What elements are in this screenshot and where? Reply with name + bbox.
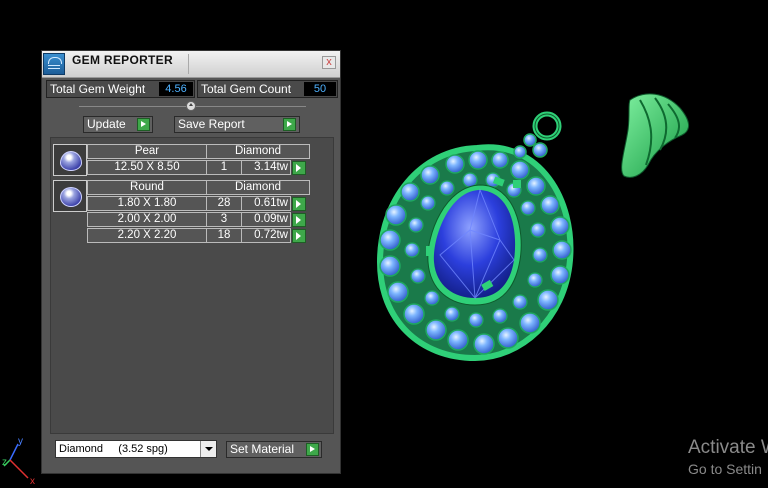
material-select-value: Diamond (3.52 spg) <box>59 443 168 455</box>
dropdown-arrow-icon[interactable] <box>200 441 216 457</box>
bail-model <box>621 93 689 178</box>
close-button[interactable]: x <box>322 56 336 69</box>
gem-weight-cell: 0.72tw <box>241 228 291 243</box>
collapse-toggle[interactable] <box>186 101 196 111</box>
axis-x-label: x <box>30 476 35 487</box>
activation-watermark-subtitle: Go to Settin <box>688 461 762 477</box>
select-row-button[interactable] <box>292 161 306 175</box>
total-gem-weight-value: 4.56 <box>159 82 193 96</box>
window-title: GEM REPORTER <box>72 53 173 67</box>
total-gem-weight-box: Total Gem Weight 4.56 <box>46 80 195 98</box>
gem-thumbnail-icon[interactable] <box>53 144 87 176</box>
pendant-model <box>376 111 574 362</box>
save-report-button[interactable]: Save Report <box>174 116 300 133</box>
gem-weight-cell: 0.61tw <box>241 196 291 211</box>
gem-size-cell: 2.20 X 2.20 <box>87 228 207 243</box>
gem-size-cell: 1.80 X 1.80 <box>87 196 207 211</box>
set-material-button[interactable]: Set Material <box>226 441 322 458</box>
close-icon: x <box>326 56 332 68</box>
gem-size-cell: 12.50 X 8.50 <box>87 160 207 175</box>
activation-watermark-title: Activate W <box>688 437 768 458</box>
gem-shape-header: Round <box>87 180 207 195</box>
total-gem-count-value: 50 <box>304 82 336 96</box>
title-bar[interactable]: GEM REPORTER x <box>42 51 340 78</box>
update-button[interactable]: Update <box>83 116 153 133</box>
title-divider <box>188 54 189 74</box>
gem-count-cell: 3 <box>206 212 242 227</box>
save-report-button-label: Save Report <box>178 117 245 131</box>
gem-reporter-panel: GEM REPORTER x Total Gem Weight 4.56 Tot… <box>41 50 341 474</box>
gem-count-cell: 1 <box>206 160 242 175</box>
select-row-button[interactable] <box>292 197 306 211</box>
material-select[interactable]: Diamond (3.52 spg) <box>55 440 217 458</box>
total-gem-weight-label: Total Gem Weight <box>50 82 146 96</box>
play-icon <box>283 118 296 131</box>
axis-z-label: z <box>2 457 7 468</box>
update-button-label: Update <box>87 117 126 131</box>
total-gem-count-label: Total Gem Count <box>201 82 292 96</box>
gem-shape-header: Pear <box>87 144 207 159</box>
set-material-button-label: Set Material <box>230 442 295 456</box>
axis-y-label: y <box>18 436 23 447</box>
gem-weight-cell: 0.09tw <box>241 212 291 227</box>
gem-material-header: Diamond <box>206 144 310 159</box>
gem-size-cell: 2.00 X 2.00 <box>87 212 207 227</box>
gem-list[interactable]: Pear Diamond 12.50 X 8.50 1 3.14tw Round… <box>50 137 334 434</box>
gem-material-header: Diamond <box>206 180 310 195</box>
gem-weight-cell: 3.14tw <box>241 160 291 175</box>
total-gem-count-box: Total Gem Count 50 <box>197 80 338 98</box>
app-icon <box>43 53 65 75</box>
gem-count-cell: 28 <box>206 196 242 211</box>
gem-count-cell: 18 <box>206 228 242 243</box>
axis-gizmo-icon: y z x <box>2 436 35 487</box>
play-icon <box>137 118 150 131</box>
play-icon <box>306 443 319 456</box>
select-row-button[interactable] <box>292 229 306 243</box>
select-row-button[interactable] <box>292 213 306 227</box>
gem-thumbnail-icon[interactable] <box>53 180 87 212</box>
